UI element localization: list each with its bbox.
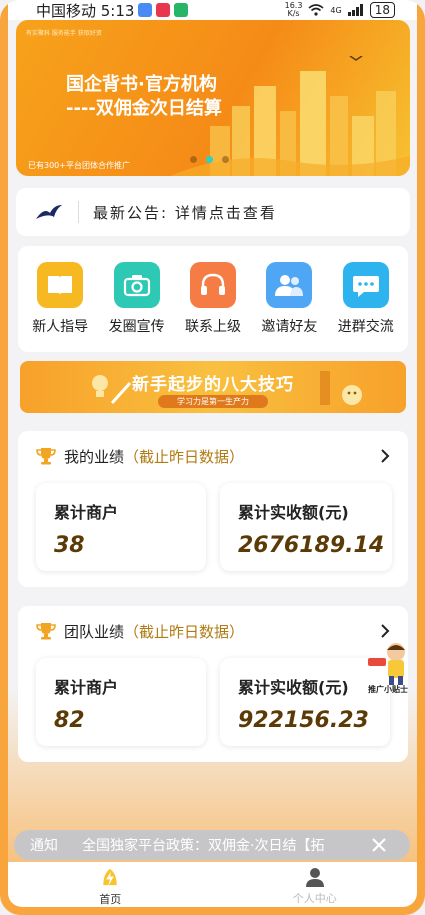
quick-menu: 新人指导 发圈宣传 联系上级 邀请好友 进群交流 bbox=[18, 246, 408, 352]
menu-item-invite[interactable]: 邀请好友 bbox=[253, 262, 325, 336]
stat-value: 82 bbox=[54, 708, 85, 733]
mascot-illustration bbox=[368, 643, 405, 685]
announcement-text: 最新公告: 详情点击查看 bbox=[93, 203, 277, 222]
banner-caption: 已有300+平台团体合作推广 bbox=[28, 161, 130, 170]
menu-item-contact[interactable]: 联系上级 bbox=[177, 262, 249, 336]
battery-indicator: 18 bbox=[369, 2, 395, 18]
stat-value: 922156.23 bbox=[238, 708, 369, 733]
camera-icon bbox=[113, 262, 160, 308]
banner-title: 国企背书·官方机构 bbox=[66, 74, 217, 95]
tab-profile-label: 个人中心 bbox=[292, 892, 337, 905]
banner-tiny-text: 有实聚科 服务能手 获取好资 bbox=[26, 30, 102, 37]
menu-label: 联系上级 bbox=[184, 319, 241, 335]
team-performance-header: 团队业绩 （截止昨日数据） bbox=[36, 620, 244, 642]
tab-home[interactable]: 首页 bbox=[8, 862, 213, 907]
users-icon bbox=[266, 262, 313, 308]
stat-label: 累计实收额(元) bbox=[238, 503, 349, 522]
tips-banner[interactable]: 新手起步的八大技巧 学习力是第一生产力 bbox=[20, 361, 406, 413]
tips-title: 新手起步的八大技巧 bbox=[132, 375, 294, 395]
network-type: 4G bbox=[330, 5, 342, 15]
tab-profile[interactable]: 个人中心 bbox=[213, 862, 418, 907]
trophy-icon bbox=[36, 448, 56, 465]
notice-message: 全国独家平台政策：双佣金·次日结【拓 bbox=[82, 838, 325, 854]
my-performance-title: 我的业绩 bbox=[64, 447, 125, 466]
promo-tips-float[interactable]: 推广小贴士 bbox=[366, 640, 418, 698]
app-frame: 中国移动 5:13 16.3 K/s 4G 18 有实聚科 服务能手 获取好资 … bbox=[0, 0, 425, 915]
team-performance-card[interactable]: 团队业绩 （截止昨日数据） 累计商户 82 累计实收额(元) 922156.23 bbox=[18, 606, 408, 762]
my-merchants-stat: 累计商户 38 bbox=[36, 483, 206, 571]
menu-label: 新人指导 bbox=[32, 319, 89, 335]
promo-tips-label: 推广小贴士 bbox=[368, 685, 408, 694]
status-right: 16.3 K/s 4G 18 bbox=[285, 2, 395, 18]
chat-icon bbox=[342, 262, 389, 308]
stat-value: 38 bbox=[54, 533, 85, 558]
tips-subtitle: 学习力是第一生产力 bbox=[158, 395, 268, 408]
menu-item-share[interactable]: 发圈宣传 bbox=[101, 262, 173, 336]
wifi-icon bbox=[308, 4, 324, 16]
notice-bar[interactable]: 通知 全国独家平台政策：双佣金·次日结【拓 bbox=[14, 830, 410, 860]
close-icon[interactable] bbox=[370, 836, 388, 854]
stat-label: 累计商户 bbox=[54, 678, 119, 697]
menu-label: 邀请好友 bbox=[261, 319, 318, 335]
carrier-time: 中国移动 5:13 bbox=[36, 1, 135, 20]
banner-subtitle: ----双佣金次日结算 bbox=[66, 98, 222, 119]
app-notification-icon bbox=[174, 3, 189, 17]
carousel-dot-active[interactable] bbox=[206, 156, 213, 163]
carousel-dot[interactable] bbox=[190, 156, 197, 163]
announcement-bar[interactable]: 最新公告: 详情点击查看 bbox=[16, 188, 410, 236]
trophy-icon bbox=[36, 623, 56, 640]
menu-label: 发圈宣传 bbox=[108, 319, 165, 335]
notice-label: 通知 bbox=[30, 838, 58, 854]
net-speed: 16.3 K/s bbox=[284, 1, 303, 18]
team-performance-title: 团队业绩 bbox=[64, 622, 125, 641]
my-performance-card[interactable]: 我的业绩 （截止昨日数据） 累计商户 38 累计实收额(元) 2676189.1… bbox=[18, 431, 408, 587]
carousel-dots bbox=[190, 156, 229, 163]
tab-home-label: 首页 bbox=[99, 893, 122, 906]
divider bbox=[78, 201, 79, 223]
stat-label: 累计商户 bbox=[54, 503, 119, 522]
app-notification-icon bbox=[156, 3, 171, 17]
app-notification-icon bbox=[138, 3, 153, 17]
promo-banner[interactable]: 有实聚科 服务能手 获取好资 国企背书·官方机构 ----双佣金次日结算 已有3… bbox=[16, 20, 410, 176]
status-bar: 中国移动 5:13 16.3 K/s 4G 18 bbox=[0, 0, 425, 20]
book-icon bbox=[37, 262, 84, 308]
menu-item-group[interactable]: 进群交流 bbox=[330, 262, 402, 336]
menu-label: 进群交流 bbox=[337, 319, 394, 335]
menu-item-guide[interactable]: 新人指导 bbox=[24, 262, 96, 336]
headset-icon bbox=[189, 262, 236, 308]
bird-icon bbox=[36, 205, 62, 219]
status-left: 中国移动 5:13 bbox=[36, 0, 189, 21]
user-icon bbox=[305, 868, 324, 887]
carousel-dot[interactable] bbox=[222, 156, 229, 163]
team-amount-stat: 累计实收额(元) 922156.23 bbox=[220, 658, 390, 746]
my-performance-subtitle: （截止昨日数据） bbox=[124, 447, 245, 466]
team-merchants-stat: 累计商户 82 bbox=[36, 658, 206, 746]
chevron-right-icon[interactable] bbox=[380, 448, 390, 464]
signal-icon bbox=[347, 4, 363, 16]
bottom-tab-bar: 首页 个人中心 bbox=[8, 862, 417, 907]
chevron-right-icon[interactable] bbox=[380, 623, 390, 639]
team-performance-subtitle: （截止昨日数据） bbox=[124, 622, 245, 641]
stat-value: 2676189.14 bbox=[238, 533, 385, 558]
my-performance-header: 我的业绩 （截止昨日数据） bbox=[36, 445, 244, 467]
my-amount-stat: 累计实收额(元) 2676189.14 bbox=[220, 483, 392, 571]
home-bolt-icon bbox=[103, 868, 117, 887]
